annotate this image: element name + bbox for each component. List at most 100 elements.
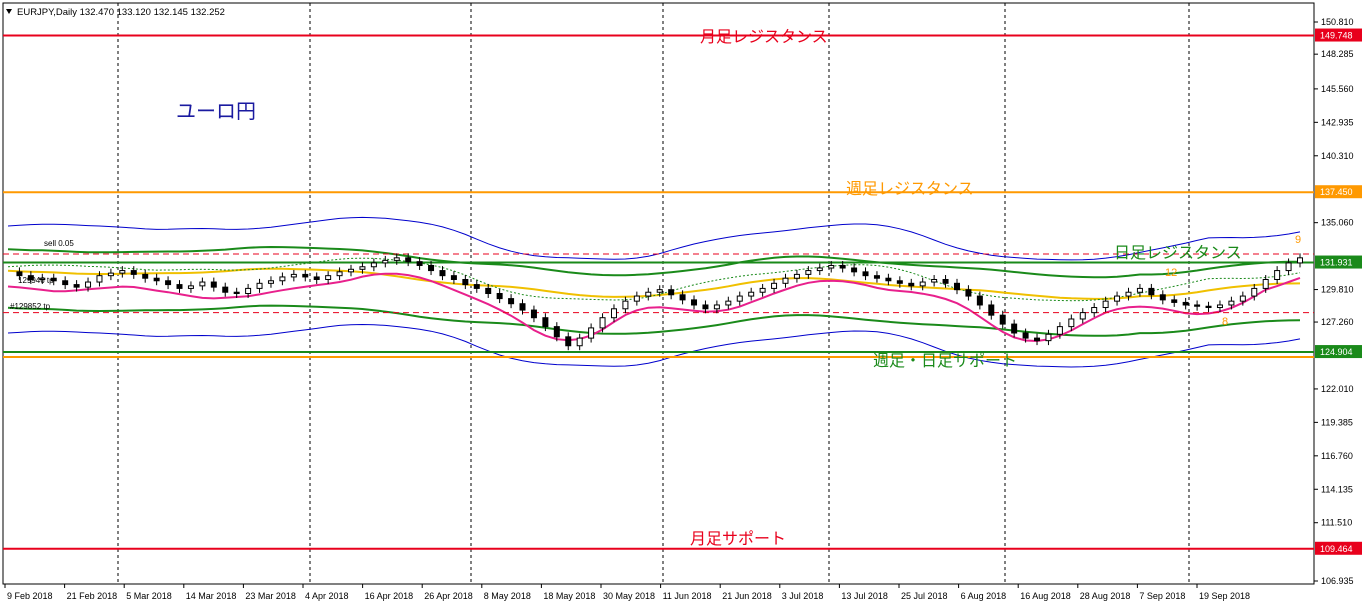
candle-body (462, 278, 469, 286)
chart-title-label: ユーロ円 (176, 101, 256, 123)
y-tick-label: 135.060 (1321, 218, 1354, 228)
count-label-12: 12 (1165, 267, 1177, 279)
candle-body (450, 275, 457, 280)
candle-body (679, 294, 686, 301)
green-dotted (7, 257, 1301, 302)
candle-body (1274, 270, 1281, 280)
candle-body (953, 282, 960, 291)
x-tick-label: 5 Mar 2018 (126, 591, 172, 601)
level-price-label-2: 131.931 (1320, 258, 1353, 268)
candle-body (1148, 287, 1155, 296)
level-price-label-4: 109.464 (1320, 544, 1353, 554)
candle-body (107, 272, 114, 277)
candle-body (130, 270, 137, 275)
count-label-8: 8 (1222, 316, 1228, 328)
price-axis: 150.810 148.285 145.560 142.935 140.310 135.0… (1314, 17, 1354, 586)
x-tick-label: 28 Aug 2018 (1080, 591, 1131, 601)
candle-body (1091, 307, 1098, 314)
x-tick-label: 30 May 2018 (603, 591, 655, 601)
candle-body (199, 281, 206, 287)
x-tick-label: 11 Jun 2018 (663, 591, 712, 601)
candle-body (1125, 291, 1132, 297)
candle-body (485, 287, 492, 295)
y-tick-label: 140.310 (1321, 151, 1354, 161)
y-tick-label: 142.935 (1321, 117, 1354, 127)
candle-body (691, 299, 698, 306)
y-tick-label: 145.560 (1321, 84, 1354, 94)
candle-body (267, 280, 274, 284)
candle-body (1011, 323, 1018, 334)
candle-body (862, 271, 869, 277)
candle-body (496, 293, 503, 300)
green-lower (7, 304, 1301, 337)
candle-body (999, 314, 1006, 325)
candle-body (302, 273, 309, 278)
candle-body (530, 309, 537, 319)
candle-body (759, 287, 766, 293)
candle-body (713, 304, 720, 310)
level-price-label-3: 124.904 (1320, 347, 1353, 357)
candle-body (165, 280, 172, 286)
candle-body (542, 317, 549, 328)
candle-body (633, 295, 640, 302)
y-tick-label: 129.810 (1321, 285, 1354, 295)
weekly-resistance-label: 週足レジスタンス (846, 180, 974, 198)
candle-body (919, 281, 926, 287)
candle-body (370, 262, 377, 268)
candle-body (142, 273, 149, 279)
x-tick-label: 23 Mar 2018 (245, 591, 296, 601)
candle-body (748, 291, 755, 297)
candle-body (96, 275, 103, 283)
candle-body (668, 289, 675, 296)
candle-body (1251, 287, 1258, 297)
candle-body (645, 291, 652, 297)
x-tick-label: 21 Feb 2018 (67, 591, 118, 601)
y-tick-label: 106.935 (1321, 576, 1354, 586)
candle-body (805, 270, 812, 275)
candle-body (885, 277, 892, 282)
candle-body (988, 304, 995, 316)
y-tick-label: 148.285 (1321, 49, 1354, 59)
candle-body (1056, 326, 1063, 335)
count-label-9: 9 (1295, 234, 1301, 246)
candle-body (519, 303, 526, 311)
y-tick-label: 150.810 (1321, 17, 1354, 27)
candle-body (1102, 300, 1109, 309)
candle-body (1079, 312, 1086, 320)
candle-body (553, 326, 560, 338)
x-tick-label: 14 Mar 2018 (186, 591, 237, 601)
candle-body (908, 282, 915, 287)
candle-body (325, 275, 332, 280)
candle-body (1068, 318, 1075, 328)
x-tick-label: 21 Jun 2018 (722, 591, 772, 601)
candle-body (1182, 301, 1189, 306)
candle-body (656, 289, 663, 293)
candle-body (576, 337, 583, 347)
candle-body (896, 280, 903, 284)
candle-body (828, 264, 835, 269)
lower-band (7, 323, 1301, 368)
candle-body (428, 264, 435, 272)
x-tick-label: 6 Aug 2018 (961, 591, 1007, 601)
sell-order-label: sell 0.05 (44, 239, 74, 248)
candle-body (73, 284, 80, 288)
candle-body (839, 264, 846, 269)
candle-body (622, 300, 629, 310)
take-profit-label-1: 129946 tp (18, 276, 54, 285)
triangle-down-icon[interactable] (6, 9, 12, 14)
daily-resistance-label: 日足レジスタンス (1114, 244, 1242, 262)
candle-body (1034, 337, 1041, 342)
x-tick-label: 16 Aug 2018 (1020, 591, 1071, 601)
candle-body (793, 273, 800, 279)
x-tick-label: 13 Jul 2018 (841, 591, 888, 601)
price-chart[interactable]: EURJPY,Daily 132.470 133.120 132.145 132… (0, 0, 1362, 608)
x-tick-label: 9 Feb 2018 (7, 591, 53, 601)
candle-body (771, 282, 778, 289)
x-tick-label: 16 Apr 2018 (365, 591, 414, 601)
candle-body (1297, 257, 1303, 264)
weekly-daily-support-label: 週足・日足サポート (873, 352, 1017, 370)
candle-body (942, 278, 949, 284)
x-tick-label: 26 Apr 2018 (424, 591, 473, 601)
candle-body (725, 300, 732, 306)
x-tick-label: 18 May 2018 (543, 591, 595, 601)
